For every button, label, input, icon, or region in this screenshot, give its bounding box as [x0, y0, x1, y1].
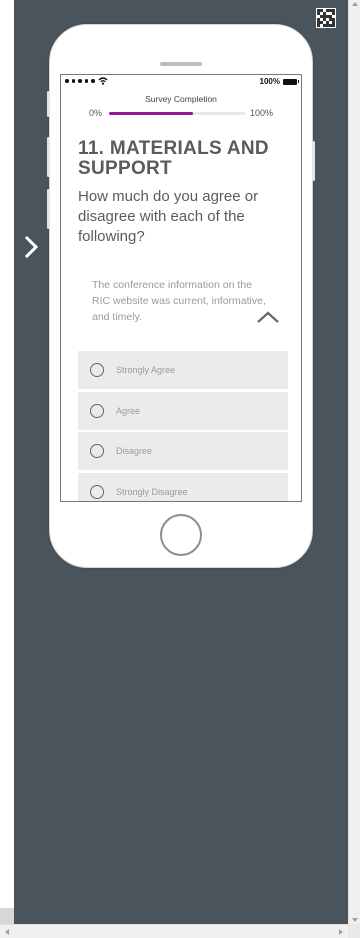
scroll-right-arrow-icon[interactable]	[339, 929, 343, 935]
signal-indicator	[65, 77, 108, 85]
left-margin	[0, 0, 14, 924]
progress-bar	[109, 112, 245, 115]
progress-bar-fill	[109, 112, 194, 115]
phone-volume-down-button	[47, 189, 50, 229]
scroll-up-arrow-icon[interactable]	[352, 2, 358, 6]
chevron-right-icon[interactable]	[22, 234, 42, 260]
radio-button[interactable]	[90, 484, 104, 499]
phone-silent-switch	[47, 91, 50, 117]
scroll-down-arrow-icon[interactable]	[352, 918, 358, 922]
horizontal-scrollbar[interactable]	[0, 924, 348, 938]
answer-options: Strongly Agree Agree Disagree Strongly D…	[78, 351, 288, 501]
progress-start-label: 0%	[89, 108, 103, 118]
radio-button[interactable]	[90, 444, 104, 458]
phone-screen: 100% Survey Completion 0% 100% 11. MATER…	[60, 74, 302, 502]
left-margin-fade	[0, 908, 14, 924]
phone-volume-up-button	[47, 137, 50, 177]
progress-end-label: 100%	[249, 108, 273, 118]
battery-percent: 100%	[259, 77, 280, 86]
option-label: Strongly Disagree	[116, 486, 188, 497]
question-title: 11. MATERIALS AND SUPPORT	[78, 138, 269, 179]
question-subtitle: How much do you agree or disagree with e…	[78, 188, 259, 245]
progress-title: Survey Completion	[145, 94, 217, 104]
status-bar: 100%	[61, 75, 301, 89]
scroll-left-arrow-icon[interactable]	[5, 929, 9, 935]
wifi-icon	[98, 77, 107, 85]
radio-button[interactable]	[90, 403, 104, 418]
battery-status: 100%	[259, 77, 299, 86]
option-disagree[interactable]: Disagree	[78, 432, 288, 470]
radio-button[interactable]	[90, 363, 104, 377]
phone-home-button	[160, 514, 202, 556]
phone-power-button	[312, 141, 315, 181]
option-label: Strongly Agree	[116, 365, 176, 375]
statement-text: The conference information on the RIC we…	[92, 279, 266, 323]
option-strongly-agree[interactable]: Strongly Agree	[78, 351, 288, 389]
phone-speaker	[160, 62, 202, 66]
scrollbar-corner	[348, 924, 360, 938]
option-label: Disagree	[116, 446, 153, 456]
qr-code-icon[interactable]	[316, 8, 336, 28]
option-label: Agree	[116, 405, 141, 416]
option-strongly-disagree[interactable]: Strongly Disagree	[78, 472, 288, 501]
battery-icon	[283, 78, 299, 85]
chevron-up-icon[interactable]	[255, 309, 281, 325]
vertical-scrollbar[interactable]	[348, 0, 360, 924]
option-agree[interactable]: Agree	[78, 391, 288, 430]
